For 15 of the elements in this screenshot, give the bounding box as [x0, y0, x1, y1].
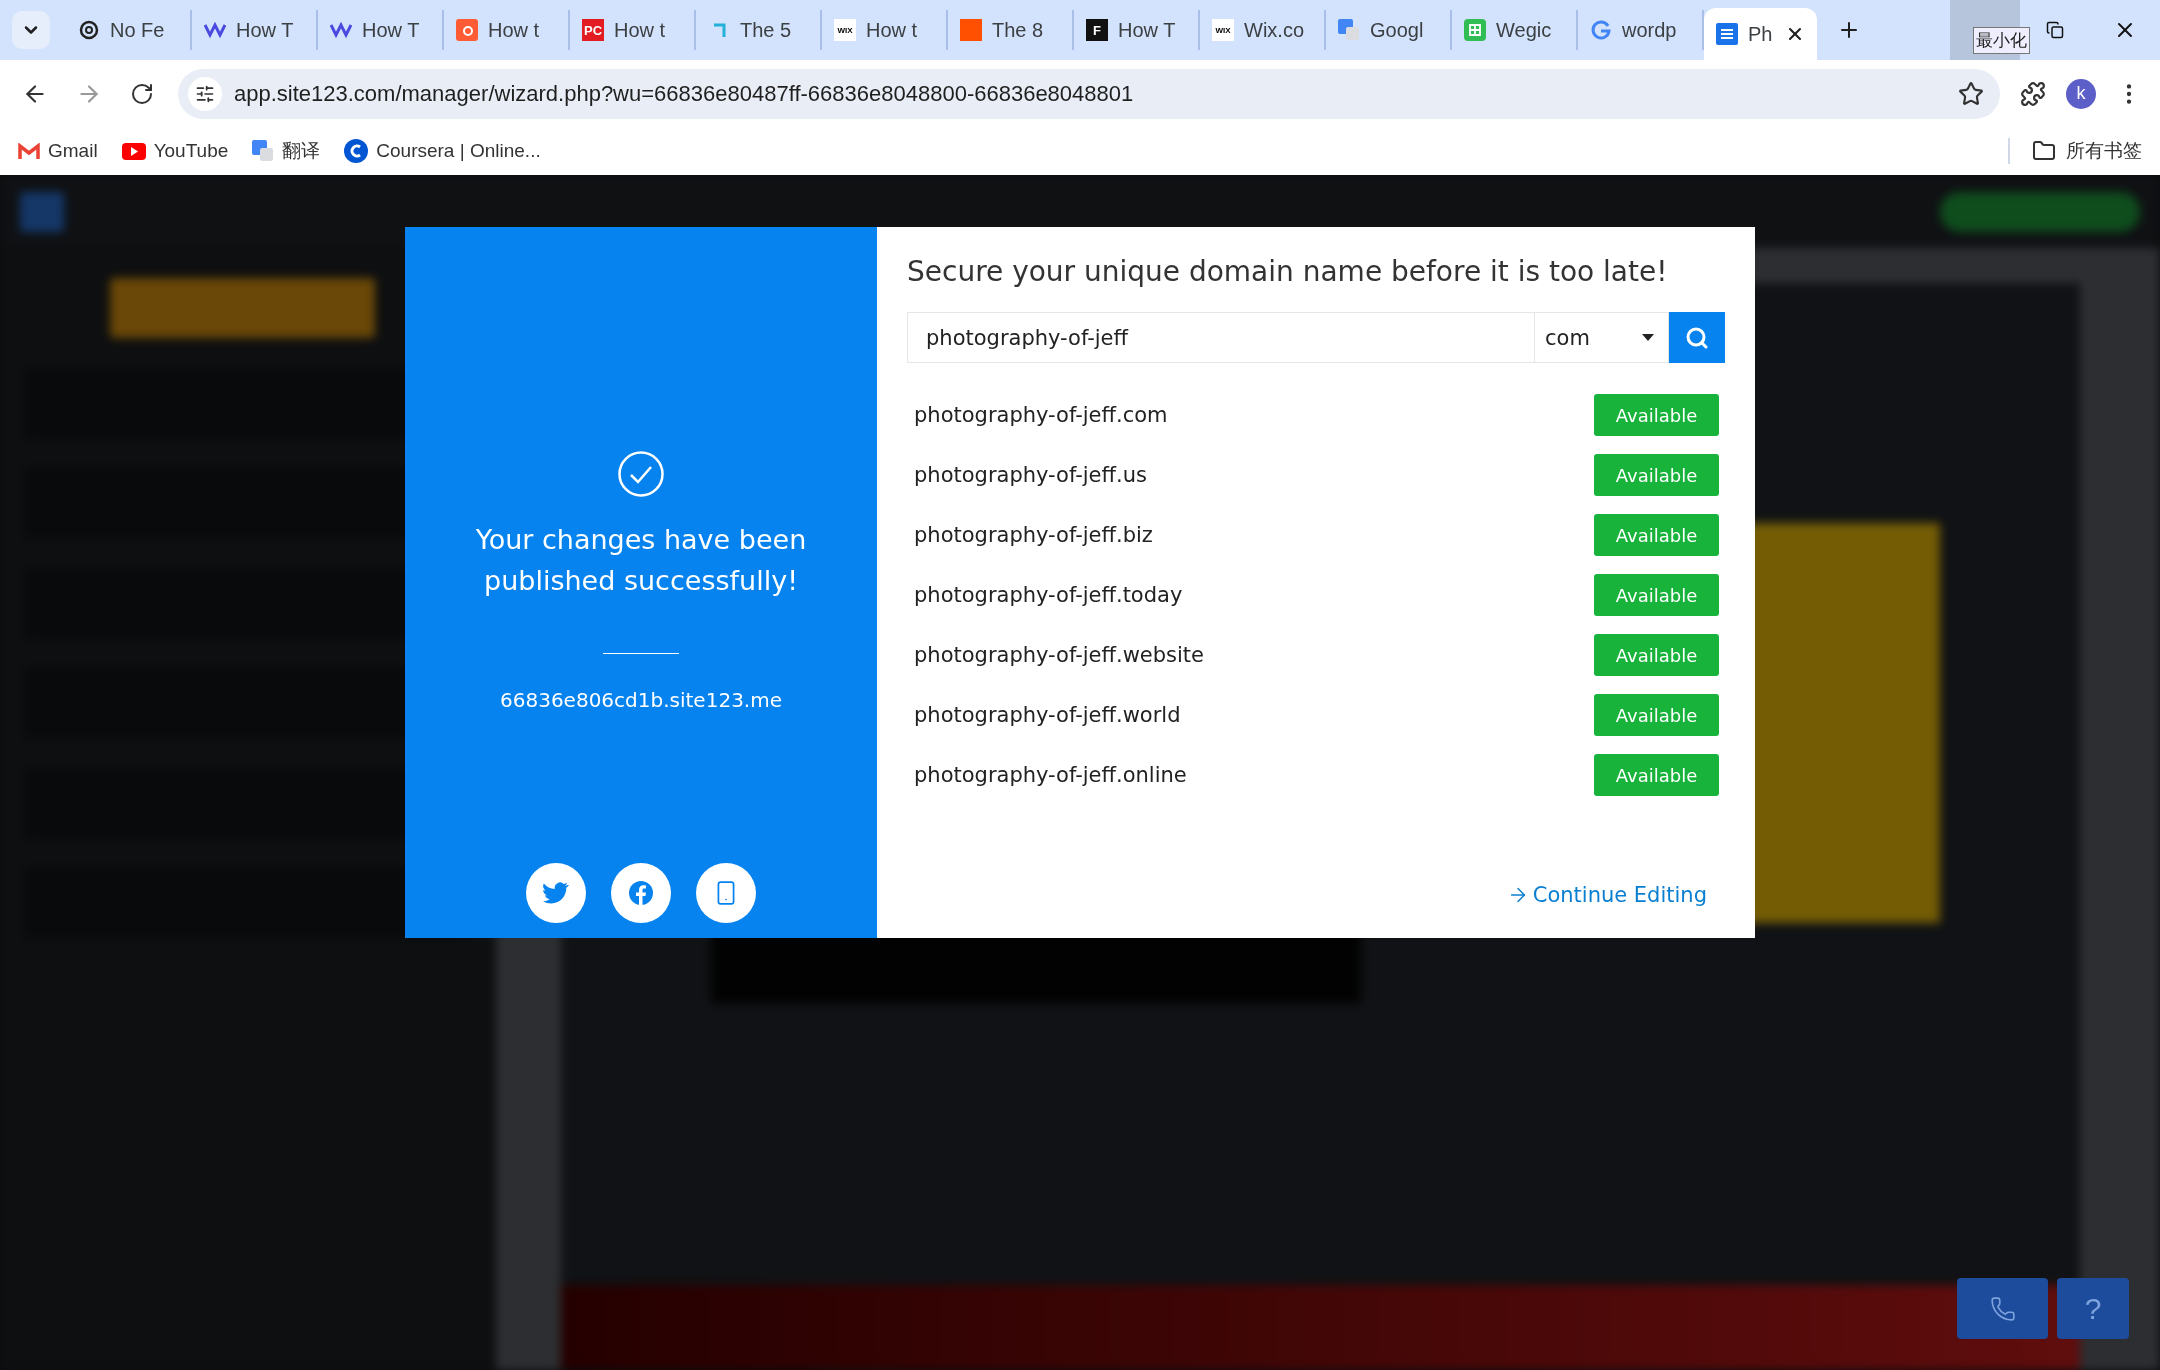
success-message: Your changes have been published successfully! — [474, 523, 808, 598]
logo-icon: WIX — [1212, 19, 1234, 41]
domain-name: photography-of-jeff.website — [914, 643, 1204, 667]
domain-name: photography-of-jeff.online — [914, 763, 1187, 787]
site-address: 66836e806cd1b.site123.me — [500, 688, 782, 712]
logo-icon: WIX — [834, 19, 856, 41]
domain-name: photography-of-jeff.today — [914, 583, 1183, 607]
domain-heading: Secure your unique domain name before it is too late! — [907, 255, 1669, 288]
logo-icon: PC — [582, 19, 604, 41]
domain-name: photography-of-jeff.com — [914, 403, 1168, 427]
logo-icon: F — [1086, 19, 1108, 41]
domain-name: photography-of-jeff.world — [914, 703, 1181, 727]
domain-name: photography-of-jeff.biz — [914, 523, 1153, 547]
tooltip: 最小化 — [1973, 27, 2030, 54]
domain-name: photography-of-jeff.us — [914, 463, 1147, 487]
